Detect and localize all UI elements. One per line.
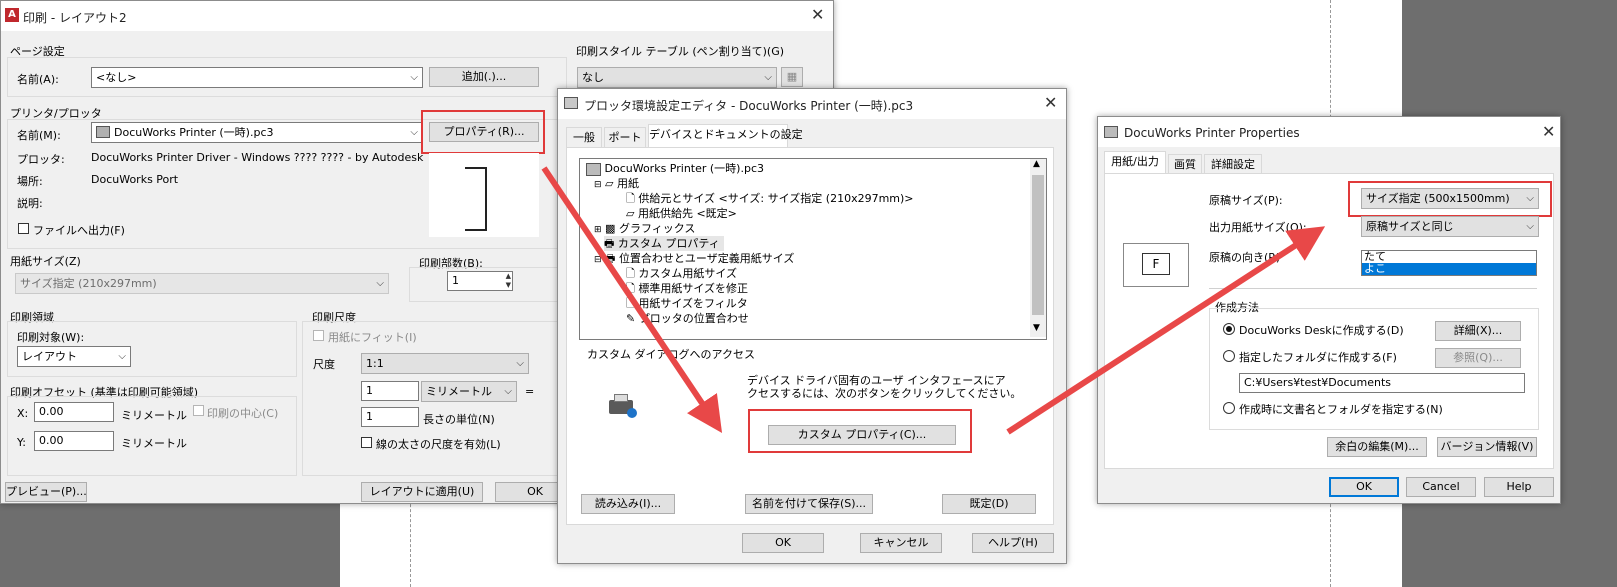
arrow-custom-to-docuworks [1006, 226, 1326, 435]
annotation-arrows [541, 166, 1326, 435]
arrow-properties-to-custom [541, 166, 723, 433]
